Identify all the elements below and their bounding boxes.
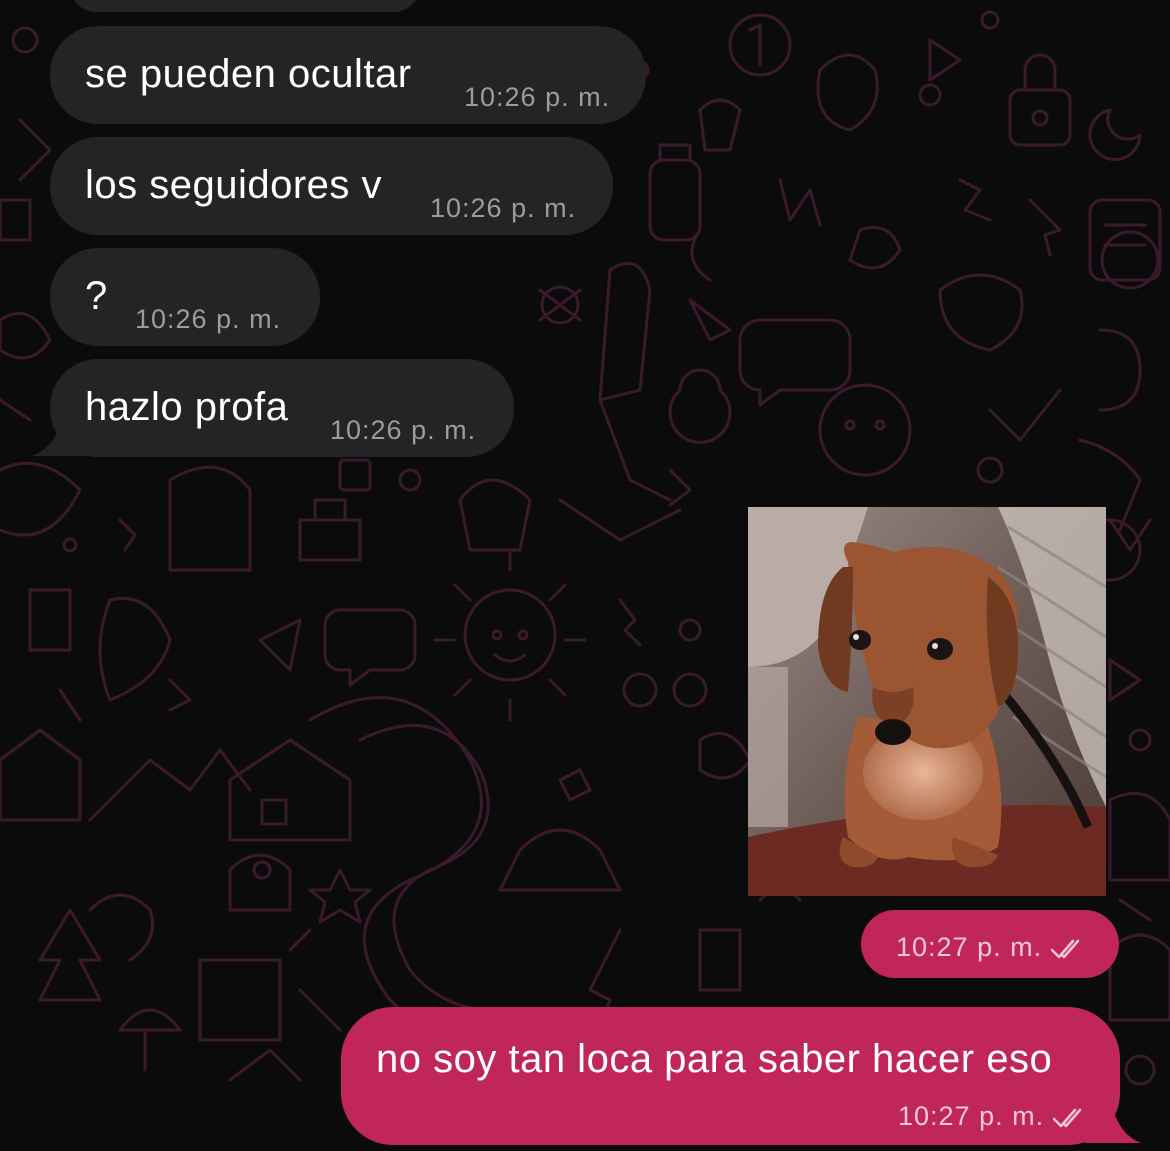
message-text: se pueden ocultar <box>85 52 412 96</box>
message-bubble-outgoing[interactable]: 10:27 p. m. <box>861 910 1119 978</box>
double-check-icon <box>1052 1108 1082 1128</box>
double-check-icon <box>1050 939 1080 959</box>
message-bubble-incoming[interactable]: ? 10:26 p. m. <box>50 248 320 346</box>
message-bubble-incoming[interactable]: los seguidores v 10:26 p. m. <box>50 137 613 235</box>
message-timestamp: 10:27 p. m. <box>898 1101 1086 1132</box>
message-time-text: 10:27 p. m. <box>898 1101 1045 1131</box>
message-timestamp: 10:26 p. m. <box>430 193 577 223</box>
message-timestamp: 10:26 p. m. <box>135 304 282 334</box>
message-text: los seguidores v <box>85 163 383 207</box>
message-bubble-incoming[interactable]: se pueden ocultar 10:26 p. m. <box>50 26 646 124</box>
message-text: ? <box>85 274 108 318</box>
message-timestamp: 10:27 p. m. <box>896 932 1084 963</box>
dachshund-puppy-image <box>748 507 1106 896</box>
message-timestamp: 10:26 p. m. <box>464 82 611 112</box>
message-time-text: 10:27 p. m. <box>896 932 1043 962</box>
message-bubble-outgoing[interactable]: no soy tan loca para saber hacer eso 10:… <box>341 1007 1120 1145</box>
dachshund-puppy-photo[interactable] <box>748 507 1106 896</box>
message-bubble-incoming-partial[interactable] <box>70 0 420 12</box>
message-bubble-incoming[interactable]: hazlo profa 10:26 p. m. <box>50 359 514 457</box>
message-text: hazlo profa <box>85 385 289 429</box>
message-text: no soy tan loca para saber hacer eso <box>376 1037 1053 1081</box>
message-timestamp: 10:26 p. m. <box>330 415 477 445</box>
